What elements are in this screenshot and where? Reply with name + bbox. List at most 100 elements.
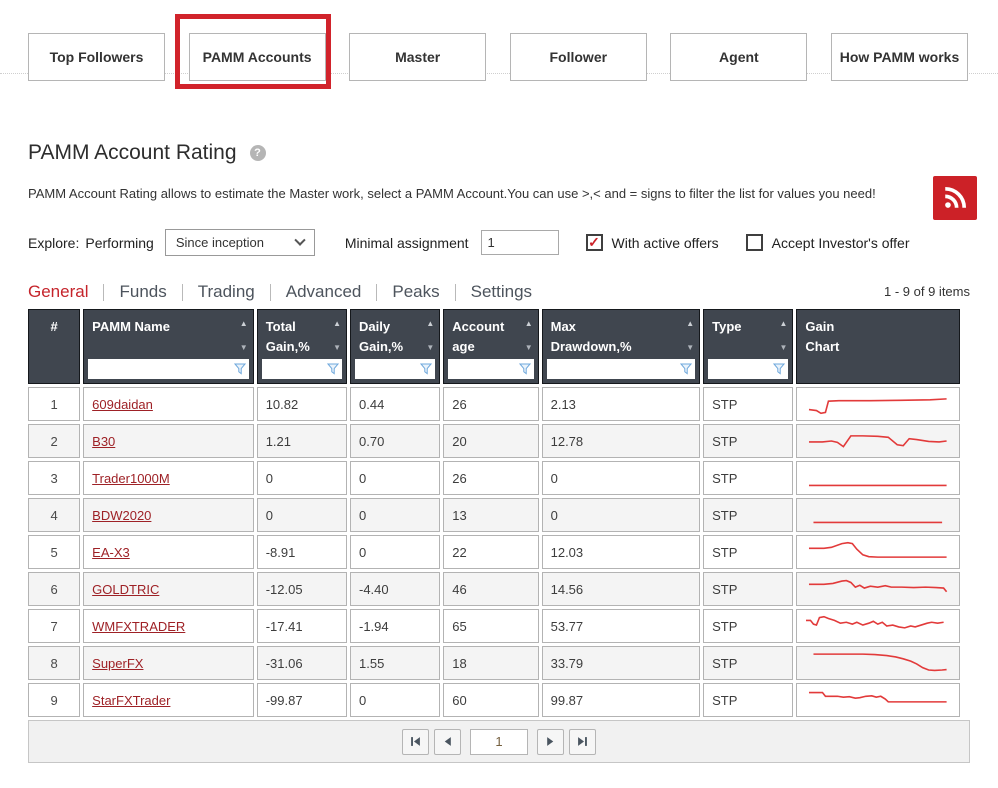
checkmark-icon: ✓ [588, 235, 600, 249]
nav-button-follower[interactable]: Follower [510, 33, 647, 81]
filter-funnel-icon[interactable] [234, 363, 246, 375]
type-cell: STP [703, 572, 793, 606]
column-header-account-age[interactable]: Account age▲▼ [443, 309, 538, 384]
tab-separator [103, 284, 104, 301]
pamm-name-cell: EA-X3 [83, 535, 254, 569]
account-age-cell: 65 [443, 609, 538, 643]
tab-trading[interactable]: Trading [198, 282, 255, 302]
gain-chart-cell [796, 424, 960, 458]
column-header-type[interactable]: Type▲▼ [703, 309, 793, 384]
total-gain-cell: -12.05 [257, 572, 347, 606]
tab-peaks[interactable]: Peaks [392, 282, 439, 302]
previous-page-button[interactable] [434, 729, 461, 755]
daily-gain-cell: -1.94 [350, 609, 440, 643]
daily-gain-cell: 1.55 [350, 646, 440, 680]
sort-asc-icon[interactable]: ▲ [525, 319, 533, 328]
minimal-assignment-input[interactable] [481, 230, 559, 255]
gain-chart-cell [796, 387, 960, 421]
rank-cell: 6 [28, 572, 80, 606]
filter-funnel-icon[interactable] [773, 363, 785, 375]
tab-settings[interactable]: Settings [471, 282, 532, 302]
next-page-button[interactable] [537, 729, 564, 755]
sort-desc-icon[interactable]: ▼ [333, 343, 341, 352]
pamm-name-link[interactable]: SuperFX [92, 656, 143, 671]
column-header-total-gain[interactable]: Total Gain,%▲▼ [257, 309, 347, 384]
column-header-max-drawdown[interactable]: Max Drawdown,%▲▼ [542, 309, 701, 384]
sort-asc-icon[interactable]: ▲ [686, 319, 694, 328]
sort-desc-icon[interactable]: ▼ [426, 343, 434, 352]
sort-desc-icon[interactable]: ▼ [780, 343, 788, 352]
gain-sparkline [803, 612, 953, 640]
pamm-name-link[interactable]: BDW2020 [92, 508, 151, 523]
daily-gain-cell: 0 [350, 683, 440, 717]
chevron-down-icon [294, 234, 305, 245]
daily-gain-cell: 0.44 [350, 387, 440, 421]
period-select[interactable]: Since inception [165, 229, 315, 256]
explore-label: Explore: [28, 235, 79, 251]
column-header-daily-gain[interactable]: Daily Gain,%▲▼ [350, 309, 440, 384]
pamm-name-link[interactable]: WMFXTRADER [92, 619, 185, 634]
pamm-name-link[interactable]: EA-X3 [92, 545, 130, 560]
daily-gain-cell: -4.40 [350, 572, 440, 606]
tab-advanced[interactable]: Advanced [286, 282, 362, 302]
help-icon[interactable]: ? [250, 145, 266, 161]
with-active-offers-checkbox[interactable]: ✓ With active offers [586, 234, 719, 251]
max-drawdown-cell: 14.56 [542, 572, 701, 606]
sort-asc-icon[interactable]: ▲ [240, 319, 248, 328]
total-gain-cell: 1.21 [257, 424, 347, 458]
table-row: 6GOLDTRIC-12.05-4.404614.56STP [28, 572, 960, 606]
max-drawdown-cell: 33.79 [542, 646, 701, 680]
pamm-name-cell: SuperFX [83, 646, 254, 680]
pamm-name-link[interactable]: Trader1000M [92, 471, 170, 486]
sort-asc-icon[interactable]: ▲ [426, 319, 434, 328]
daily-gain-cell: 0.70 [350, 424, 440, 458]
nav-button-agent[interactable]: Agent [670, 33, 807, 81]
account-age-cell: 22 [443, 535, 538, 569]
sort-asc-icon[interactable]: ▲ [780, 319, 788, 328]
total-gain-cell: 10.82 [257, 387, 347, 421]
filter-funnel-icon[interactable] [680, 363, 692, 375]
column-filter-input[interactable] [547, 359, 696, 379]
pamm-name-link[interactable]: B30 [92, 434, 115, 449]
pamm-name-link[interactable]: GOLDTRIC [92, 582, 159, 597]
sort-desc-icon[interactable]: ▼ [525, 343, 533, 352]
gain-sparkline [803, 686, 953, 714]
sort-asc-icon[interactable]: ▲ [333, 319, 341, 328]
tab-general[interactable]: General [28, 282, 88, 302]
gain-sparkline [803, 427, 953, 455]
rss-icon[interactable] [933, 176, 977, 220]
gain-sparkline [803, 501, 953, 529]
pamm-name-link[interactable]: 609daidan [92, 397, 153, 412]
tab-funds[interactable]: Funds [119, 282, 166, 302]
filter-funnel-icon[interactable] [420, 363, 432, 375]
nav-button-master[interactable]: Master [349, 33, 486, 81]
first-page-icon [410, 736, 421, 747]
first-page-button[interactable] [402, 729, 429, 755]
column-filter-input[interactable] [88, 359, 249, 379]
nav-button-how-pamm-works[interactable]: How PAMM works [831, 33, 968, 81]
tab-separator [270, 284, 271, 301]
gain-sparkline [803, 390, 953, 418]
sort-desc-icon[interactable]: ▼ [686, 343, 694, 352]
pamm-name-link[interactable]: StarFXTrader [92, 693, 170, 708]
total-gain-cell: -8.91 [257, 535, 347, 569]
gain-chart-cell [796, 646, 960, 680]
tab-separator [455, 284, 456, 301]
sort-desc-icon[interactable]: ▼ [240, 343, 248, 352]
total-gain-cell: -17.41 [257, 609, 347, 643]
filter-funnel-icon[interactable] [327, 363, 339, 375]
gain-sparkline [803, 649, 953, 677]
last-page-button[interactable] [569, 729, 596, 755]
nav-button-top-followers[interactable]: Top Followers [28, 33, 165, 81]
column-label: # [29, 310, 79, 337]
rank-cell: 4 [28, 498, 80, 532]
filter-funnel-icon[interactable] [519, 363, 531, 375]
column-header-pamm-name[interactable]: PAMM Name▲▼ [83, 309, 254, 384]
nav-button-pamm-accounts[interactable]: PAMM Accounts [189, 33, 326, 81]
rss-glyph [942, 185, 968, 211]
page-number-input[interactable] [470, 729, 528, 755]
account-age-cell: 60 [443, 683, 538, 717]
max-drawdown-cell: 12.78 [542, 424, 701, 458]
accept-investors-offer-checkbox[interactable]: ✓ Accept Investor's offer [746, 234, 910, 251]
rank-cell: 5 [28, 535, 80, 569]
